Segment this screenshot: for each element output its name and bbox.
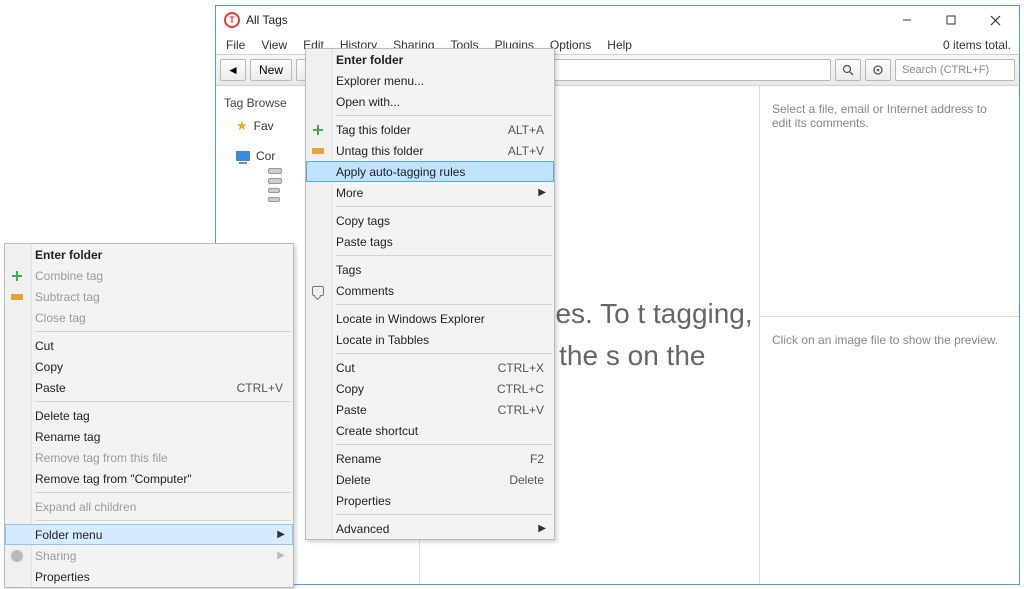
ctx2-delete[interactable]: DeleteDelete	[306, 469, 554, 490]
new-button[interactable]: New	[250, 59, 292, 81]
comments-hint: Select a file, email or Internet address…	[760, 86, 1019, 316]
ctx2-copy-tags[interactable]: Copy tags	[306, 210, 554, 231]
ctx2-locate-explorer[interactable]: Locate in Windows Explorer	[306, 308, 554, 329]
ctx1-enter-folder[interactable]: Enter folder	[5, 244, 293, 265]
ctx2-properties[interactable]: Properties	[306, 490, 554, 511]
folder-submenu: Enter folder Explorer menu... Open with.…	[305, 48, 555, 540]
ctx2-enter-folder[interactable]: Enter folder	[306, 49, 554, 70]
ctx1-rename-tag[interactable]: Rename tag	[5, 426, 293, 447]
disk-icon[interactable]	[268, 178, 282, 184]
tag-context-menu: Enter folder Combine tag Subtract tag Cl…	[4, 243, 294, 588]
chevron-right-icon: ▶	[277, 529, 285, 540]
menu-view[interactable]: View	[253, 36, 295, 54]
disk-icon[interactable]	[268, 188, 280, 193]
right-panel: Select a file, email or Internet address…	[759, 86, 1019, 584]
ctx1-paste[interactable]: PasteCTRL+V	[5, 377, 293, 398]
minimize-button[interactable]	[885, 8, 929, 32]
titlebar: All Tags	[216, 6, 1019, 34]
ctx1-cut[interactable]: Cut	[5, 335, 293, 356]
ctx2-cut[interactable]: CutCTRL+X	[306, 357, 554, 378]
ctx2-open-with[interactable]: Open with...	[306, 91, 554, 112]
ctx1-remove-from-computer[interactable]: Remove tag from "Computer"	[5, 468, 293, 489]
disk-icon[interactable]	[268, 197, 280, 202]
window-title: All Tags	[246, 13, 288, 27]
maximize-button[interactable]	[929, 8, 973, 32]
star-icon: ★	[236, 118, 248, 134]
menu-help[interactable]: Help	[599, 36, 640, 54]
search-input[interactable]: Search (CTRL+F)	[895, 59, 1015, 81]
menu-file[interactable]: File	[218, 36, 253, 54]
person-icon	[11, 550, 23, 562]
plus-icon	[312, 124, 324, 136]
ctx2-advanced[interactable]: Advanced▶	[306, 518, 554, 539]
ctx1-expand-all: Expand all children	[5, 496, 293, 517]
comment-icon	[312, 286, 324, 296]
settings-button[interactable]	[865, 59, 891, 81]
sidebar-item-label: Cor	[256, 149, 275, 163]
search-placeholder: Search (CTRL+F)	[902, 64, 989, 76]
chevron-right-icon: ▶	[538, 523, 546, 534]
ctx2-comments[interactable]: Comments	[306, 280, 554, 301]
ctx2-rename[interactable]: RenameF2	[306, 448, 554, 469]
app-logo-icon	[224, 12, 240, 28]
ctx2-apply-auto-tagging[interactable]: Apply auto-tagging rules	[306, 161, 554, 182]
close-button[interactable]	[973, 8, 1017, 32]
ctx1-remove-from-file: Remove tag from this file	[5, 447, 293, 468]
items-total: 0 items total.	[943, 38, 1011, 52]
ctx2-paste-tags[interactable]: Paste tags	[306, 231, 554, 252]
ctx1-properties[interactable]: Properties	[5, 566, 293, 587]
preview-hint: Click on an image file to show the previ…	[760, 317, 1019, 584]
disk-icon[interactable]	[268, 168, 282, 174]
ctx2-paste[interactable]: PasteCTRL+V	[306, 399, 554, 420]
minus-icon	[312, 148, 324, 154]
minus-icon	[11, 294, 23, 300]
ctx1-copy[interactable]: Copy	[5, 356, 293, 377]
sidebar-item-label: Fav	[254, 119, 274, 133]
ctx2-tags[interactable]: Tags	[306, 259, 554, 280]
ctx2-more[interactable]: More▶	[306, 182, 554, 203]
ctx1-sharing: Sharing▶	[5, 545, 293, 566]
ctx2-untag-folder[interactable]: Untag this folderALT+V	[306, 140, 554, 161]
ctx2-locate-tabbles[interactable]: Locate in Tabbles	[306, 329, 554, 350]
ctx1-delete-tag[interactable]: Delete tag	[5, 405, 293, 426]
ctx1-subtract-tag: Subtract tag	[5, 286, 293, 307]
chevron-right-icon: ▶	[277, 550, 285, 561]
ctx2-copy[interactable]: CopyCTRL+C	[306, 378, 554, 399]
ctx2-explorer-menu[interactable]: Explorer menu...	[306, 70, 554, 91]
ctx1-close-tag: Close tag	[5, 307, 293, 328]
chevron-right-icon: ▶	[538, 187, 546, 198]
back-button[interactable]: ◄	[220, 59, 246, 81]
ctx1-combine-tag: Combine tag	[5, 265, 293, 286]
ctx2-tag-folder[interactable]: Tag this folderALT+A	[306, 119, 554, 140]
plus-icon	[11, 270, 23, 282]
search-go-button[interactable]	[835, 59, 861, 81]
monitor-icon	[236, 151, 250, 161]
ctx2-create-shortcut[interactable]: Create shortcut	[306, 420, 554, 441]
ctx1-folder-menu[interactable]: Folder menu▶	[5, 524, 293, 545]
